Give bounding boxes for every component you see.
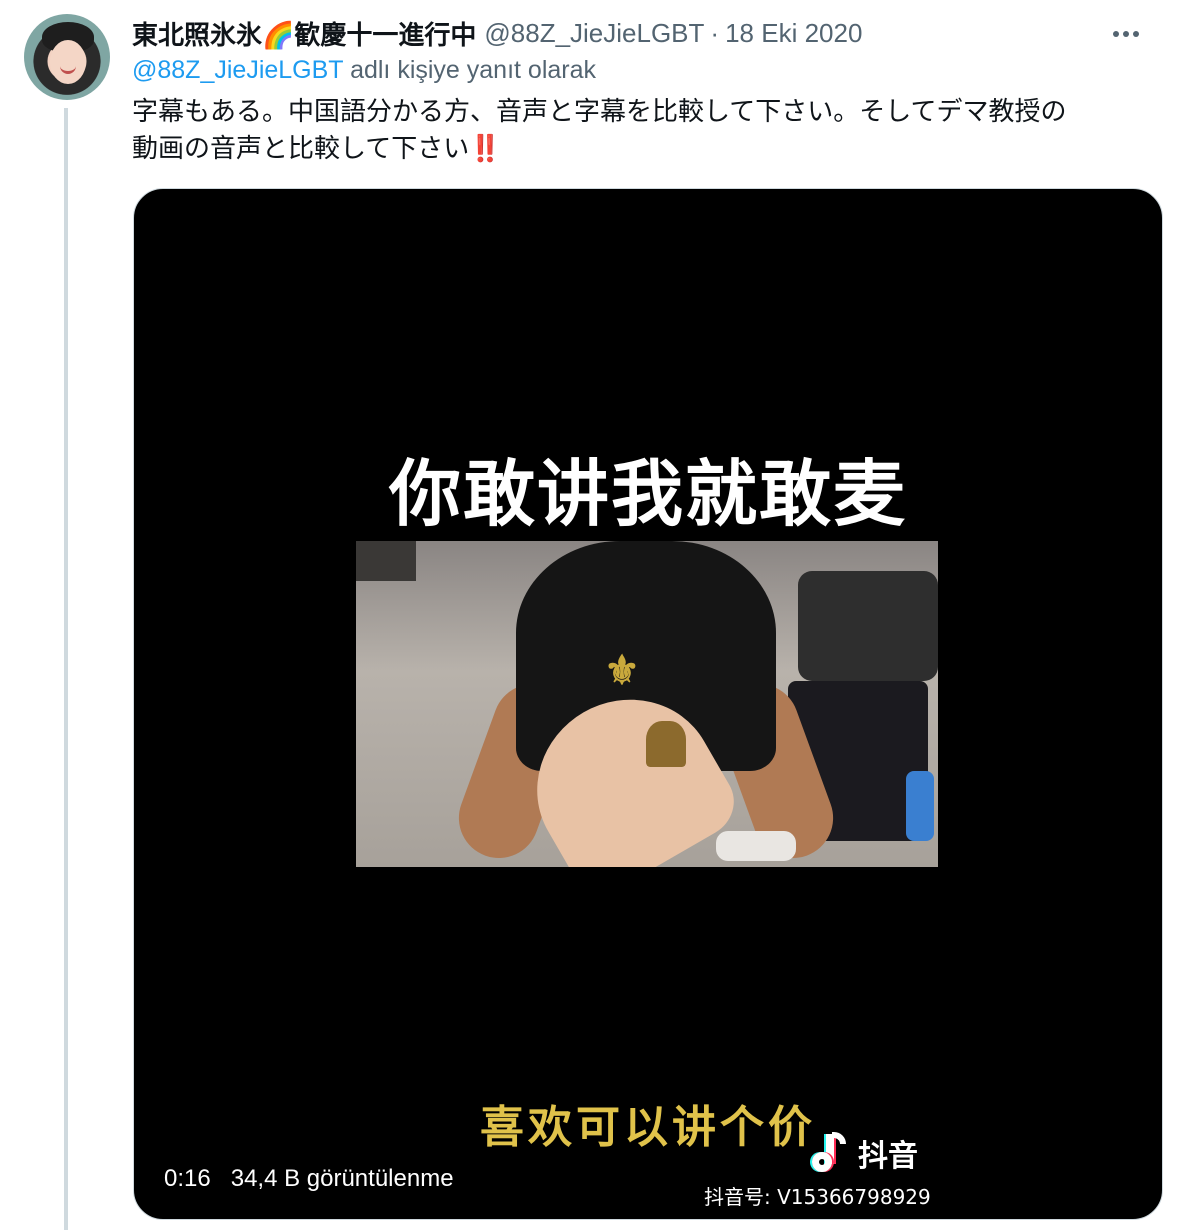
tire-shape — [356, 541, 416, 581]
tiktok-icon — [808, 1132, 850, 1174]
double-exclamation-emoji: ‼️ — [469, 134, 502, 164]
author-handle[interactable]: @88Z_JieJieLGBT — [484, 18, 704, 49]
thread-line — [64, 108, 68, 1230]
shoe-shape — [716, 831, 796, 861]
bottle-shape — [906, 771, 934, 841]
video-frame: ⚜ — [356, 541, 938, 867]
tiktok-id: 抖音号: V15366798929 — [704, 1185, 931, 1209]
tiktok-label: 抖音 — [858, 1139, 918, 1174]
bell-shape — [646, 721, 686, 767]
avatar[interactable] — [24, 14, 110, 100]
separator: · — [710, 17, 720, 48]
display-name[interactable]: 東北照氷氷🌈歓慶十一進行中 — [132, 15, 476, 52]
video-player[interactable]: 你敢讲我就敢麦 ⚜ 喜欢可以讲个价 抖音 抖音号: V15366798929 0… — [133, 188, 1163, 1220]
tweet-text-line-1: 字幕もある。中国語分かる方、音声と字幕を比較して下さい。そしてデマ教授の — [132, 97, 1067, 127]
tiktok-watermark: 抖音 — [808, 1131, 918, 1175]
tweet-header: 東北照氷氷🌈歓慶十一進行中 @88Z_JieJieLGBT · 18 Eki 2… — [132, 16, 1146, 50]
more-options-icon[interactable] — [1106, 20, 1146, 48]
reply-suffix: adlı kişiye yanıt olarak — [343, 56, 597, 84]
tweet-text-line-2: 動画の音声と比較して下さい — [132, 134, 470, 164]
reply-handle-link[interactable]: @88Z_JieJieLGBT — [132, 56, 343, 84]
video-time: 0:16 — [164, 1165, 211, 1192]
video-caption-top: 你敢讲我就敢麦 — [388, 452, 907, 536]
avatar-face — [50, 40, 86, 84]
video-views: 34,4 B görüntülenme — [230, 1165, 454, 1192]
video-meta: 0:16 34,4 B görüntülenme — [164, 1165, 454, 1193]
tweet-date[interactable]: 18 Eki 2020 — [725, 18, 862, 49]
bag-shape — [798, 571, 938, 681]
shirt-logo: ⚜ — [604, 647, 640, 694]
replying-to: @88Z_JieJieLGBT adlı kişiye yanıt olarak — [132, 56, 596, 85]
video-caption-bottom: 喜欢可以讲个价 — [480, 1102, 816, 1153]
tweet-text: 字幕もある。中国語分かる方、音声と字幕を比較して下さい。そしてデマ教授の 動画の… — [132, 94, 1152, 168]
